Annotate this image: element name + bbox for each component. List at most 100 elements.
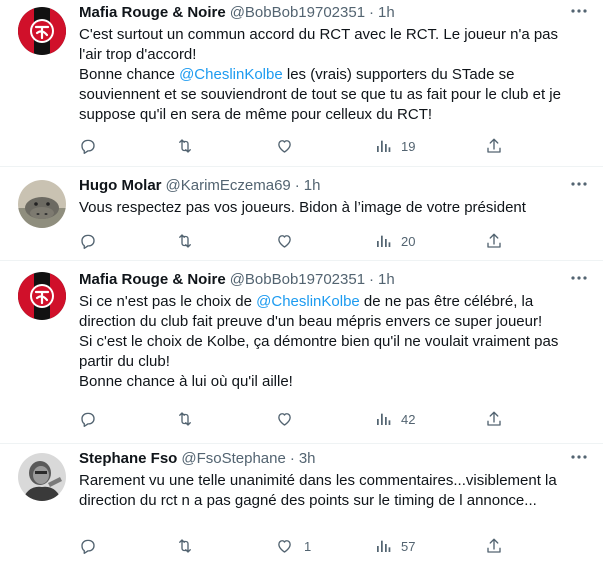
views-icon [375,232,391,250]
like-icon [275,232,294,250]
tweet-body: Stephane Fso @FsoStephane · 3h Rarement … [79,449,591,511]
tweet-text-line: direction du club fait preuve d'un beau … [79,313,543,330]
tweet-text-line: l'air trop d'accord! [79,46,197,63]
share-button[interactable] [485,136,503,156]
user-handle[interactable]: @FsoStephane [181,449,285,469]
reply-icon [79,232,97,250]
tweet-text-line: Vous respectez pas vos joueurs. Bidon à … [79,199,526,216]
tweet-text: Rarement vu une telle unanimité dans les… [79,471,591,511]
tweet-body: Mafia Rouge & Noire @BobBob19702351 · 1h… [79,270,591,392]
views-icon [375,537,391,555]
reply-button[interactable] [79,231,107,251]
tweet-text-line: Bonne chance @CheslinKolbe les (vrais) s… [79,66,515,83]
reply-feed: Mafia Rouge & Noire @BobBob19702351 · 1h… [0,0,603,568]
avatar[interactable] [18,272,66,320]
like-icon [275,137,294,155]
retweet-button[interactable] [175,136,205,156]
like-button[interactable] [275,136,304,156]
separator-dot: · [369,271,375,288]
share-icon [485,137,503,155]
views-count: 20 [401,233,416,249]
share-icon [485,232,503,250]
tweet-text-line: Si c'est le choix de Kolbe, ça démontre … [79,333,559,350]
views-count: 57 [401,538,416,554]
more-options-icon[interactable] [567,268,591,288]
tweet-text-line: suppose qu'il en sera de même pour celle… [79,106,433,123]
retweet-icon [175,537,195,555]
tweet-text: Vous respectez pas vos joueurs. Bidon à … [79,198,591,218]
share-button[interactable] [485,231,503,251]
avatar[interactable] [18,180,66,228]
timestamp[interactable]: 1h [378,270,395,290]
like-icon [275,410,294,428]
views-icon [375,137,391,155]
tweet-header: Mafia Rouge & Noire @BobBob19702351 · 1h [79,3,591,23]
like-count: 1 [304,538,312,554]
reply-icon [79,410,97,428]
views-count: 42 [401,411,416,427]
hippo-photo-icon [18,180,66,228]
like-button[interactable] [275,409,304,429]
tweet-text-line: C'est surtout un commun accord du RCT av… [79,26,559,43]
views-button[interactable]: 57 [375,536,415,556]
tweet-text: C'est surtout un commun accord du RCT av… [79,25,591,125]
display-name[interactable]: Mafia Rouge & Noire [79,3,226,23]
tweet-actions: 20 [79,231,509,251]
reply-button[interactable] [79,536,107,556]
timestamp[interactable]: 1h [304,176,321,196]
views-count: 19 [401,138,416,154]
tweet[interactable]: Hugo Molar @KarimEczema69 · 1h Vous resp… [0,167,603,261]
tweet-header: Mafia Rouge & Noire @BobBob19702351 · 1h [79,270,591,290]
separator-dot: · [289,450,295,467]
more-options-icon[interactable] [567,1,591,21]
timestamp[interactable]: 1h [378,3,395,23]
tweet-body: Mafia Rouge & Noire @BobBob19702351 · 1h… [79,3,591,125]
stade-toulousain-logo-icon [18,272,66,320]
more-options-icon[interactable] [567,447,591,467]
tweet[interactable]: Mafia Rouge & Noire @BobBob19702351 · 1h… [0,0,603,167]
avatar[interactable] [18,453,66,501]
user-handle[interactable]: @BobBob19702351 [230,270,365,290]
retweet-icon [175,137,195,155]
tweet-text-line: Rarement vu une telle unanimité dans les… [79,472,557,489]
display-name[interactable]: Mafia Rouge & Noire [79,270,226,290]
share-button[interactable] [485,536,503,556]
reply-button[interactable] [79,409,107,429]
mention-link[interactable]: @CheslinKolbe [256,293,360,310]
tweet-actions: 1 57 [79,536,509,556]
separator-dot: · [369,4,375,21]
tweet-text: Si ce n'est pas le choix de @CheslinKolb… [79,292,591,392]
display-name[interactable]: Hugo Molar [79,176,162,196]
mention-link[interactable]: @CheslinKolbe [179,66,283,83]
more-options-icon[interactable] [567,174,591,194]
person-photo-icon [18,453,66,501]
tweet-header: Stephane Fso @FsoStephane · 3h [79,449,591,469]
reply-icon [79,537,97,555]
share-button[interactable] [485,409,503,429]
display-name[interactable]: Stephane Fso [79,449,177,469]
views-icon [375,410,391,428]
views-button[interactable]: 19 [375,136,415,156]
user-handle[interactable]: @KarimEczema69 [166,176,291,196]
like-button[interactable]: 1 [275,536,311,556]
tweet-text-line: souviennent et se souviendront de tout s… [79,86,561,103]
avatar[interactable] [18,7,66,55]
user-handle[interactable]: @BobBob19702351 [230,3,365,23]
tweet-actions: 19 [79,136,509,156]
retweet-button[interactable] [175,536,205,556]
tweet[interactable]: Stephane Fso @FsoStephane · 3h Rarement … [0,444,603,568]
retweet-icon [175,410,195,428]
timestamp[interactable]: 3h [299,449,316,469]
retweet-button[interactable] [175,409,205,429]
share-icon [485,410,503,428]
reply-button[interactable] [79,136,107,156]
tweet[interactable]: Mafia Rouge & Noire @BobBob19702351 · 1h… [0,261,603,444]
stade-toulousain-logo-icon [18,7,66,55]
views-button[interactable]: 42 [375,409,415,429]
views-button[interactable]: 20 [375,231,415,251]
tweet-text-line: direction du rct n a pas gagné des point… [79,492,537,509]
retweet-button[interactable] [175,231,205,251]
tweet-text-line: partir du club! [79,353,170,370]
like-button[interactable] [275,231,304,251]
tweet-text-line: Si ce n'est pas le choix de @CheslinKolb… [79,293,534,310]
